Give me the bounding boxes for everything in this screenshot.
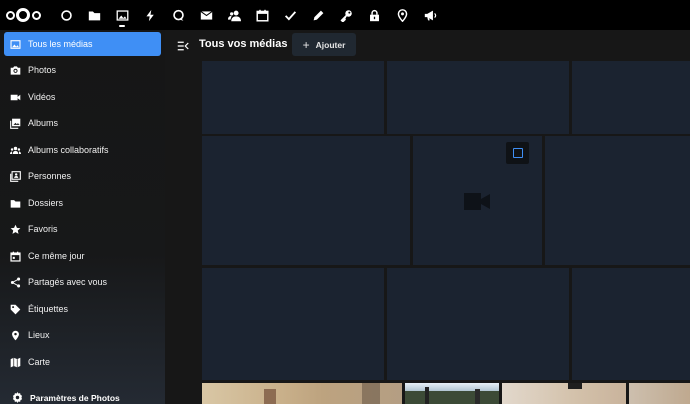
app-menu xyxy=(52,0,444,30)
key-icon[interactable] xyxy=(332,0,360,30)
calendar-icon xyxy=(10,251,21,262)
media-tile[interactable] xyxy=(572,268,690,380)
folder-icon[interactable] xyxy=(80,0,108,30)
folder-icon xyxy=(10,199,21,208)
sidebar-item-label: Carte xyxy=(28,357,51,367)
sidebar-item-label: Ce même jour xyxy=(28,251,85,261)
media-tile[interactable] xyxy=(202,268,384,380)
video-camera-icon xyxy=(464,193,490,210)
calendar-icon[interactable] xyxy=(248,0,276,30)
sidebar-item-on-this-day[interactable]: Ce même jour xyxy=(4,244,161,268)
sidebar-item-shared-with-you[interactable]: Partagés avec vous xyxy=(4,270,161,294)
select-checkbox[interactable] xyxy=(506,142,529,164)
media-tile[interactable] xyxy=(545,136,690,265)
sidebar-item-people[interactable]: Personnes xyxy=(4,164,161,188)
sidebar-item-label: Tous les médias xyxy=(28,39,93,49)
photo-thumbnail[interactable] xyxy=(202,383,402,404)
map-pin-icon[interactable] xyxy=(388,0,416,30)
photo-content-icon xyxy=(568,383,582,389)
media-tile[interactable] xyxy=(572,61,690,134)
add-button-label: Ajouter xyxy=(315,39,346,50)
media-tile[interactable] xyxy=(202,136,410,265)
tag-icon xyxy=(10,304,21,314)
sidebar-item-collaborative-albums[interactable]: Albums collaboratifs xyxy=(4,138,161,162)
sidebar-item-places[interactable]: Lieux xyxy=(4,323,161,347)
mail-icon[interactable] xyxy=(192,0,220,30)
sidebar-item-label: Étiquettes xyxy=(28,304,69,314)
page-title: Tous vos médias xyxy=(199,38,288,50)
sidebar-item-albums[interactable]: Albums xyxy=(4,111,161,135)
map-icon xyxy=(10,357,21,367)
map-pin-icon xyxy=(12,330,19,340)
media-tile[interactable] xyxy=(387,268,569,380)
pencil-icon[interactable] xyxy=(304,0,332,30)
video-icon xyxy=(10,94,21,100)
sidebar-item-tags[interactable]: Étiquettes xyxy=(4,297,161,321)
photo-thumbnail[interactable] xyxy=(502,383,626,404)
sidebar-item-label: Vidéos xyxy=(28,92,56,102)
image-icon xyxy=(10,39,21,49)
lock-icon[interactable] xyxy=(360,0,388,30)
sidebar-item-favorites[interactable]: Favoris xyxy=(4,217,161,241)
gear-icon xyxy=(12,392,23,403)
add-button[interactable]: + Ajouter xyxy=(292,33,356,56)
media-tile[interactable] xyxy=(387,61,569,134)
sidebar-item-map[interactable]: Carte xyxy=(4,350,161,374)
megaphone-icon[interactable] xyxy=(416,0,444,30)
sidebar-item-label: Personnes xyxy=(28,171,72,181)
dashboard-icon[interactable] xyxy=(52,0,80,30)
sidebar-item-folders[interactable]: Dossiers xyxy=(4,191,161,215)
sidebar-item-label: Lieux xyxy=(28,330,50,340)
toggle-navigation-icon[interactable] xyxy=(177,40,189,52)
photo-content-icon xyxy=(405,387,499,404)
sidebar: Tous les médias Photos Vidéos Albums Alb… xyxy=(0,30,165,404)
plus-icon: + xyxy=(302,37,310,52)
talk-icon[interactable] xyxy=(164,0,192,30)
lightning-icon[interactable] xyxy=(136,0,164,30)
sidebar-item-label: Photos xyxy=(28,65,57,75)
photo-content-icon xyxy=(264,383,380,404)
sidebar-item-all-media[interactable]: Tous les médias xyxy=(4,32,161,56)
sidebar-item-label: Partagés avec vous xyxy=(28,277,108,287)
photos-settings-button[interactable]: Paramètres de Photos xyxy=(12,392,120,403)
star-icon xyxy=(10,224,21,234)
group-icon xyxy=(10,146,21,154)
sidebar-item-label: Dossiers xyxy=(28,198,64,208)
settings-label: Paramètres de Photos xyxy=(30,392,120,403)
sidebar-item-label: Albums xyxy=(28,118,59,128)
people-icon xyxy=(10,170,21,182)
photo-thumbnail[interactable] xyxy=(405,383,499,404)
contacts-icon[interactable] xyxy=(220,0,248,30)
sidebar-item-videos[interactable]: Vidéos xyxy=(4,85,161,109)
nextcloud-logo[interactable] xyxy=(6,7,42,23)
sidebar-item-label: Favoris xyxy=(28,224,58,234)
check-icon[interactable] xyxy=(276,0,304,30)
album-icon xyxy=(10,118,21,129)
top-app-bar xyxy=(0,0,690,30)
checkbox-square-icon xyxy=(512,148,523,158)
camera-icon xyxy=(10,65,21,75)
photo-thumbnail[interactable] xyxy=(629,383,690,404)
image-icon[interactable] xyxy=(108,0,136,30)
sidebar-item-photos[interactable]: Photos xyxy=(4,58,161,82)
media-tile[interactable] xyxy=(202,61,384,134)
share-icon xyxy=(10,277,21,287)
sidebar-item-label: Albums collaboratifs xyxy=(28,145,109,155)
